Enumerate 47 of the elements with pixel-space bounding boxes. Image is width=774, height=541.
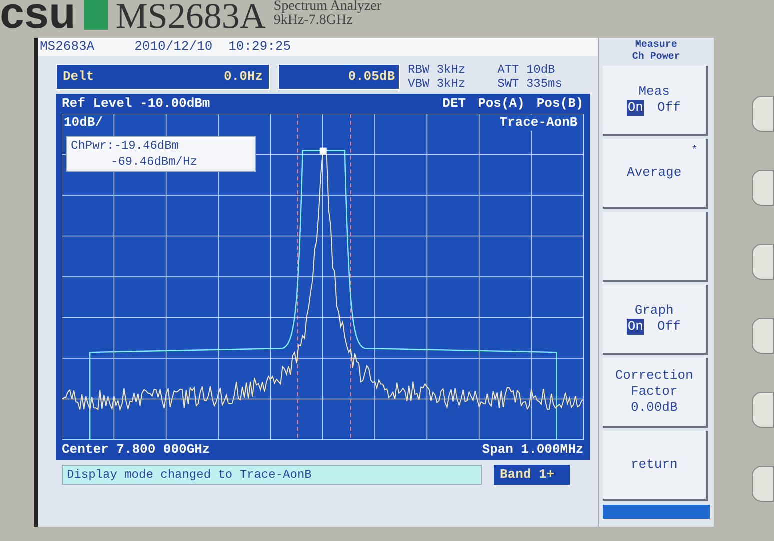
detector-label: DET	[442, 96, 466, 112]
brand-logo-text: csu	[0, 0, 76, 34]
softkey-menu-title: Measure	[635, 40, 678, 52]
date-text: 2010/12/10	[134, 38, 213, 56]
instrument-model: MS2683A	[40, 38, 95, 56]
att-setting: ATT 10dB	[498, 63, 556, 77]
toggle-option[interactable]: On	[626, 100, 644, 116]
model-name: MS2683A	[116, 0, 266, 34]
time-text: 10:29:25	[228, 38, 292, 56]
hardware-key[interactable]	[752, 466, 774, 502]
hardware-key[interactable]	[752, 96, 774, 132]
toggle-option[interactable]: On	[626, 319, 644, 335]
softkey[interactable]: Correction Factor 0.00dB	[602, 358, 708, 428]
product-type: Spectrum Analyzer	[274, 0, 382, 14]
hardware-key[interactable]	[752, 244, 774, 280]
softkey-label: Meas	[638, 84, 670, 100]
brand-logo-square	[84, 0, 108, 30]
softkey[interactable]: Graph On Off	[602, 285, 708, 355]
trace-mode-label: Trace-AonB	[498, 115, 580, 131]
detector-mode: Pos(A)	[478, 96, 525, 112]
hardware-key[interactable]	[752, 392, 774, 428]
channel-power-value: ChPwr:-19.46dBm	[71, 138, 180, 154]
center-frequency: Center 7.800 000GHz	[62, 442, 210, 458]
swt-setting: SWT 335ms	[498, 77, 562, 91]
marker-mode: Delt	[63, 68, 94, 86]
softkey[interactable]: Average *	[602, 139, 708, 209]
hardware-key[interactable]	[752, 170, 774, 206]
frequency-range: 9kHz-7.8GHz	[274, 14, 354, 28]
softkey-menu-title: Ch Power	[632, 52, 680, 64]
power-density-value: -69.46dBm/Hz	[110, 154, 198, 170]
vbw-setting: VBW 3kHz	[408, 77, 466, 91]
toggle-option[interactable]: Off	[656, 319, 682, 335]
message-bar: Display mode changed to Trace-AonB	[62, 465, 482, 485]
softkey-label: Graph	[634, 303, 674, 319]
softkey[interactable]: return	[602, 431, 708, 501]
marker-frequency: 0.0Hz	[224, 68, 263, 86]
reference-level: Ref Level -10.00dBm	[62, 96, 210, 112]
detector-mode: Pos(B)	[536, 96, 584, 112]
marker-level: 0.05dB	[348, 68, 395, 86]
scale-label: 10dB/	[64, 115, 104, 131]
frequency-span: Span 1.000MHz	[482, 442, 584, 458]
softkey[interactable]: Meas On Off	[602, 66, 708, 136]
band-indicator: Band 1+	[494, 465, 570, 485]
softkey[interactable]	[602, 212, 708, 282]
hardware-key[interactable]	[752, 318, 774, 354]
toggle-option[interactable]: Off	[656, 100, 682, 116]
rbw-setting: RBW 3kHz	[408, 63, 466, 77]
